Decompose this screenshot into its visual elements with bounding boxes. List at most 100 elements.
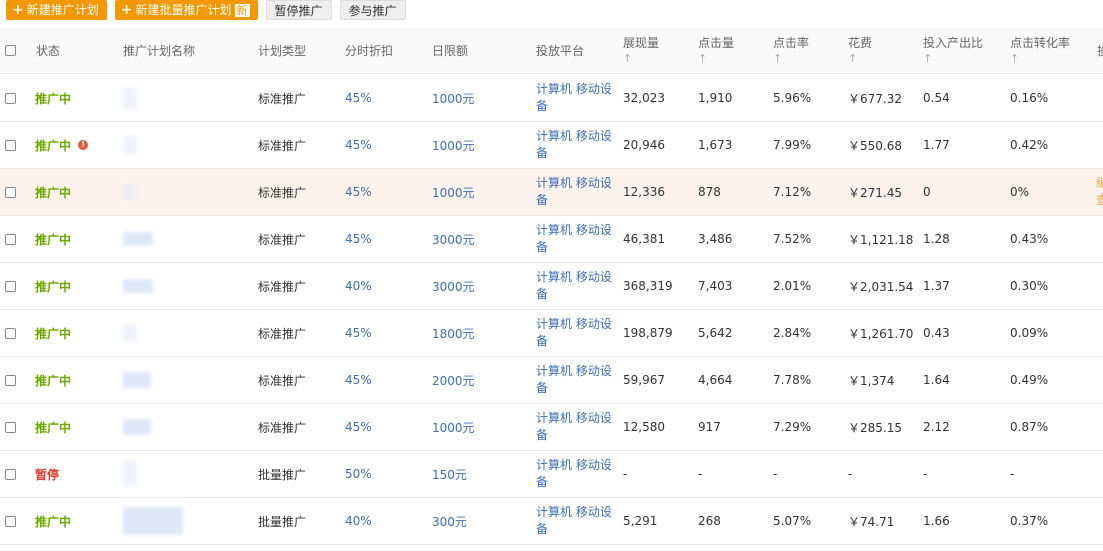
plan-name-cell[interactable] [123, 357, 151, 403]
plan-name-redacted[interactable] [123, 184, 137, 200]
plan-name-redacted[interactable] [123, 325, 137, 341]
plan-name-cell[interactable] [123, 310, 137, 356]
pause-button[interactable]: 暂停推广 [265, 0, 332, 20]
discount-link[interactable]: 50% [345, 451, 372, 497]
row-checkbox[interactable] [5, 374, 16, 386]
col-roi[interactable]: 投入产出比 ↑ [923, 28, 983, 73]
platform-cell: 计算机 移动设备 [536, 310, 618, 356]
row-checkbox[interactable] [5, 92, 16, 104]
sort-arrow-icon[interactable]: ↑ [1010, 51, 1019, 67]
daily-limit-link[interactable]: 3000元 [432, 263, 475, 309]
new-plan-button[interactable]: + 新建推广计划 [6, 0, 107, 20]
cvr-value: 0.42% [1010, 138, 1049, 152]
plan-name-cell[interactable] [123, 216, 153, 262]
daily-limit-link[interactable]: 150元 [432, 451, 467, 497]
clicks-value: 268 [698, 514, 721, 528]
table-row[interactable]: 推广中 标准推广 45% 2000元 计算机 移动设备 59,967 4,664… [0, 357, 1103, 404]
plus-icon: + [120, 2, 133, 18]
impressions-value: 20,946 [623, 138, 665, 152]
plan-name-redacted[interactable] [123, 461, 137, 487]
info-icon[interactable]: ! [78, 140, 89, 150]
platform-link[interactable]: 计算机 移动设备 [536, 269, 618, 303]
discount-link[interactable]: 45% [345, 310, 372, 356]
row-checkbox[interactable] [5, 468, 16, 480]
table-row[interactable]: 推广中 标准推广 45% 1000元 计算机 移动设备 32,023 1,910… [0, 75, 1103, 122]
table-row[interactable]: 推广中 标准推广 45% 1800元 计算机 移动设备 198,879 5,64… [0, 310, 1103, 357]
table-row[interactable]: 推广中 标准推广 45% 3000元 计算机 移动设备 46,381 3,486… [0, 216, 1103, 263]
daily-limit-link[interactable]: 1000元 [432, 122, 475, 168]
platform-link[interactable]: 计算机 移动设备 [536, 222, 618, 256]
cost-value: ￥271.45 [848, 185, 902, 200]
plan-name-cell[interactable] [123, 498, 183, 544]
col-clicks[interactable]: 点击量 ↑ [698, 28, 734, 73]
platform-link[interactable]: 计算机 移动设备 [536, 457, 618, 491]
col-cvr[interactable]: 点击转化率 ↑ [1010, 28, 1070, 73]
row-checkbox-cell [5, 263, 16, 309]
plan-name-redacted[interactable] [123, 87, 137, 109]
plan-name-cell[interactable] [123, 122, 137, 168]
platform-link[interactable]: 计算机 移动设备 [536, 316, 618, 350]
row-checkbox[interactable] [5, 421, 16, 433]
col-ctr[interactable]: 点击率 ↑ [773, 28, 809, 73]
daily-limit-link[interactable]: 1000元 [432, 169, 475, 215]
discount-link[interactable]: 45% [345, 216, 372, 262]
row-actions[interactable]: 编 查 [1096, 169, 1103, 215]
plan-name-redacted[interactable] [123, 507, 183, 535]
row-checkbox[interactable] [5, 515, 16, 527]
clicks-value: 4,664 [698, 373, 733, 387]
platform-link[interactable]: 计算机 移动设备 [536, 410, 618, 444]
row-checkbox[interactable] [5, 327, 16, 339]
table-row[interactable]: 推广中 批量推广 40% 300元 计算机 移动设备 5,291 268 5.0… [0, 498, 1103, 545]
platform-link[interactable]: 计算机 移动设备 [536, 175, 618, 209]
select-all-checkbox[interactable] [5, 45, 16, 56]
discount-link[interactable]: 45% [345, 75, 372, 121]
table-row[interactable]: 推广中 标准推广 45% 1000元 计算机 移动设备 12,336 878 7… [0, 169, 1103, 216]
platform-link[interactable]: 计算机 移动设备 [536, 128, 618, 162]
col-cost[interactable]: 花费 ↑ [848, 28, 872, 73]
plan-name-redacted[interactable] [123, 372, 151, 388]
row-checkbox[interactable] [5, 139, 16, 151]
table-row[interactable]: 推广中! 标准推广 45% 1000元 计算机 移动设备 20,946 1,67… [0, 122, 1103, 169]
plan-name-cell[interactable] [123, 75, 137, 121]
table-row[interactable]: 推广中 标准推广 45% 1000元 计算机 移动设备 12,580 917 7… [0, 404, 1103, 451]
table-row[interactable]: 暂停 批量推广 50% 150元 计算机 移动设备 - - - - - - [0, 451, 1103, 498]
row-action-links[interactable]: 编 查 [1096, 175, 1103, 209]
table-row[interactable]: 推广中 标准推广 40% 3000元 计算机 移动设备 368,319 7,40… [0, 263, 1103, 310]
join-button[interactable]: 参与推广 [339, 0, 406, 20]
discount-link[interactable]: 45% [345, 169, 372, 215]
discount-link[interactable]: 45% [345, 357, 372, 403]
plan-name-redacted[interactable] [123, 419, 151, 435]
discount-link[interactable]: 45% [345, 122, 372, 168]
platform-link[interactable]: 计算机 移动设备 [536, 81, 618, 115]
daily-limit-link[interactable]: 1000元 [432, 75, 475, 121]
new-batch-plan-button[interactable]: + 新建批量推广计划新 [114, 0, 258, 20]
discount-link[interactable]: 40% [345, 498, 372, 544]
sort-arrow-icon[interactable]: ↑ [923, 51, 932, 67]
sort-arrow-icon[interactable]: ↑ [773, 51, 782, 67]
daily-limit-link[interactable]: 300元 [432, 498, 467, 544]
col-impressions[interactable]: 展现量 ↑ [623, 28, 659, 73]
discount-link[interactable]: 40% [345, 263, 372, 309]
sort-arrow-icon[interactable]: ↑ [623, 51, 632, 67]
platform-link[interactable]: 计算机 移动设备 [536, 504, 618, 538]
daily-limit-link[interactable]: 2000元 [432, 357, 475, 403]
daily-limit-link[interactable]: 1800元 [432, 310, 475, 356]
plan-name-redacted[interactable] [123, 279, 153, 293]
status-label: 推广中 [35, 279, 72, 294]
platform-link[interactable]: 计算机 移动设备 [536, 363, 618, 397]
plan-name-cell[interactable] [123, 404, 151, 450]
plan-name-cell[interactable] [123, 263, 153, 309]
plan-type: 标准推广 [258, 185, 307, 200]
sort-arrow-icon[interactable]: ↑ [698, 51, 707, 67]
row-checkbox[interactable] [5, 233, 16, 245]
plan-name-cell[interactable] [123, 451, 137, 497]
discount-link[interactable]: 45% [345, 404, 372, 450]
daily-limit-link[interactable]: 3000元 [432, 216, 475, 262]
plan-name-redacted[interactable] [123, 232, 153, 246]
row-checkbox[interactable] [5, 186, 16, 198]
plan-name-redacted[interactable] [123, 136, 137, 154]
plan-name-cell[interactable] [123, 169, 137, 215]
sort-arrow-icon[interactable]: ↑ [848, 51, 857, 67]
row-checkbox[interactable] [5, 280, 16, 292]
daily-limit-link[interactable]: 1000元 [432, 404, 475, 450]
